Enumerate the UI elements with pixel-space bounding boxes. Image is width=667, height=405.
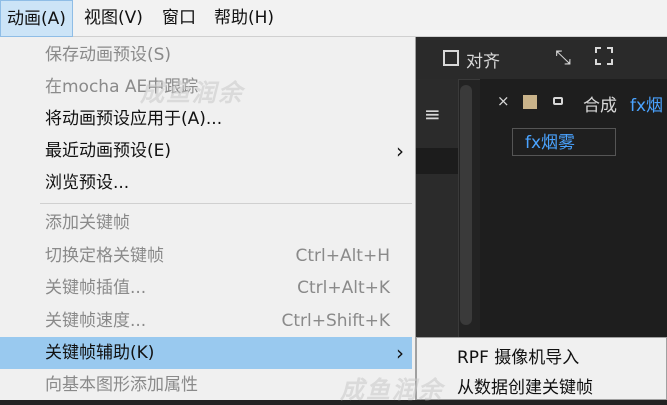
align-checkbox[interactable]: [443, 50, 459, 66]
effect-tag[interactable]: fx烟雾: [512, 128, 616, 156]
panel-row: [416, 148, 458, 174]
grid-snap-icon[interactable]: [595, 47, 613, 65]
menu-help[interactable]: 帮助(H): [208, 0, 280, 37]
menu-item-toggle-hold-keyframe[interactable]: 切换定格关键帧 Ctrl+Alt+H: [0, 240, 412, 272]
close-tab-icon[interactable]: ×: [497, 92, 510, 110]
menu-item-label: 关键帧插值...: [45, 278, 147, 298]
comp-color-swatch: [523, 95, 537, 109]
chevron-right-icon: ›: [396, 341, 404, 365]
align-label: 对齐: [466, 52, 500, 72]
submenu-item-rpf-camera-import[interactable]: RPF 摄像机导入: [457, 343, 579, 368]
menu-item-keyframe-interpolation[interactable]: 关键帧插值... Ctrl+Alt+K: [0, 272, 412, 304]
watermark-top: 成鱼润余: [140, 78, 244, 107]
menu-item-browse-presets[interactable]: 浏览预设...: [0, 167, 412, 199]
effect-tag-label: fx烟雾: [525, 133, 576, 153]
menu-item-keyframe-assistant[interactable]: 关键帧辅助(K) ›: [0, 337, 412, 369]
menu-item-label: 保存动画预设(S): [45, 45, 172, 65]
menu-item-recent-presets[interactable]: 最近动画预设(E) ›: [0, 135, 412, 167]
menu-item-shortcut: Ctrl+Alt+H: [295, 246, 390, 266]
menu-item-label: 最近动画预设(E): [45, 141, 172, 161]
menu-animation[interactable]: 动画(A): [0, 0, 73, 37]
menu-item-shortcut: Ctrl+Shift+K: [281, 311, 390, 331]
panel-scrollbar[interactable]: [460, 85, 472, 325]
panel-menu-icon[interactable]: ≡: [424, 102, 441, 126]
submenu-item-create-keyframes-from-data[interactable]: 从数据创建关键帧: [457, 373, 593, 398]
menu-item-label: 添加关键帧: [45, 213, 130, 233]
menubar: 动画(A) 视图(V) 窗口 帮助(H): [0, 0, 667, 37]
menu-item-label: 浏览预设...: [45, 173, 130, 193]
comp-tab-label[interactable]: 合成: [583, 91, 617, 116]
menu-item-label: 关键帧辅助(K): [45, 343, 155, 363]
menu-item-label: 关键帧速度...: [45, 311, 147, 331]
lock-icon[interactable]: [553, 97, 563, 105]
menu-view[interactable]: 视图(V): [78, 0, 149, 37]
menu-separator: [40, 203, 412, 204]
menu-window[interactable]: 窗口: [156, 0, 202, 37]
comp-tab-fx[interactable]: fx烟: [630, 91, 663, 116]
menu-item-shortcut: Ctrl+Alt+K: [297, 278, 390, 298]
menu-item-save-preset[interactable]: 保存动画预设(S): [0, 39, 412, 71]
menu-item-label: 切换定格关键帧: [45, 246, 164, 266]
menu-item-add-keyframe[interactable]: 添加关键帧: [0, 207, 412, 239]
menu-item-keyframe-velocity[interactable]: 关键帧速度... Ctrl+Shift+K: [0, 305, 412, 337]
keyframe-assistant-submenu: RPF 摄像机导入 从数据创建关键帧: [416, 337, 667, 400]
chevron-right-icon: ›: [396, 139, 404, 163]
menu-item-label: 向基本图形添加属性: [45, 375, 198, 395]
snap-icon[interactable]: ⤡: [555, 45, 571, 69]
